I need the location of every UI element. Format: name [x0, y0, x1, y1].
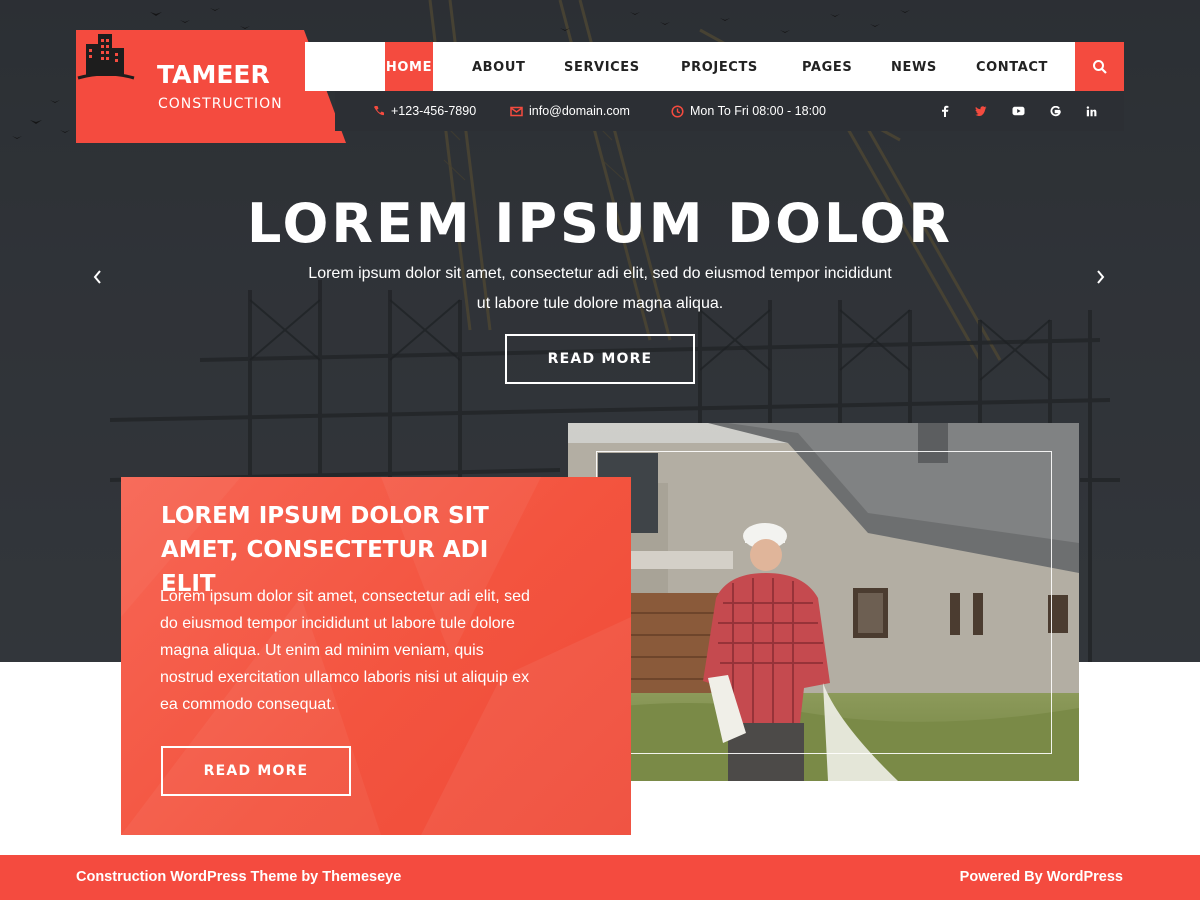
hero-text: Lorem ipsum dolor sit amet, consectetur … — [308, 265, 892, 312]
youtube-icon — [1012, 106, 1024, 116]
google-link[interactable] — [1047, 103, 1063, 119]
topbar-phone[interactable]: +123-456-7890 — [373, 91, 476, 131]
footer-credit-link[interactable]: Construction WordPress Theme by Themesey… — [76, 855, 401, 900]
nav-item-contact[interactable]: CONTACT — [976, 42, 1048, 91]
logo-title: TAMEER — [157, 60, 270, 89]
logo-tagline: CONSTRUCTION — [158, 96, 283, 112]
facebook-link[interactable] — [937, 103, 953, 119]
phone-text: +123-456-7890 — [391, 104, 477, 118]
slider-next-button[interactable] — [1090, 266, 1110, 288]
nav-item-pages[interactable]: PAGES — [802, 42, 852, 91]
chevron-right-icon — [1097, 270, 1105, 284]
footer-powered-link[interactable]: Powered By WordPress — [960, 855, 1123, 900]
twitter-icon — [975, 106, 987, 116]
clock-icon — [671, 104, 684, 118]
nav-item-about[interactable]: ABOUT — [472, 42, 525, 91]
facebook-icon — [942, 105, 949, 117]
about-text: Lorem ipsum dolor sit amet, consectetur … — [160, 588, 530, 713]
site-footer: Construction WordPress Theme by Themesey… — [0, 855, 1200, 900]
search-icon — [1092, 59, 1107, 74]
page: LOREM IPSUM DOLOR Lorem ipsum dolor sit … — [0, 0, 1200, 900]
chevron-left-icon — [93, 270, 101, 284]
nav-item-home[interactable]: HOME — [385, 42, 433, 91]
twitter-link[interactable] — [973, 103, 989, 119]
topbar-email[interactable]: info@domain.com — [510, 91, 630, 131]
hero-read-more-button[interactable]: READ MORE — [505, 334, 695, 384]
photo-frame — [596, 451, 1052, 754]
hours-text: Mon To Fri 08:00 - 18:00 — [690, 104, 826, 118]
search-button[interactable] — [1075, 42, 1124, 91]
linkedin-link[interactable] — [1083, 103, 1099, 119]
about-card: LOREM IPSUM DOLOR SIT AMET, CONSECTETUR … — [121, 477, 631, 835]
envelope-icon — [510, 106, 523, 116]
email-text: info@domain.com — [529, 104, 630, 118]
slider-prev-button[interactable] — [88, 266, 108, 288]
about-read-more-button[interactable]: READ MORE — [161, 746, 351, 796]
topbar-hours: Mon To Fri 08:00 - 18:00 — [671, 91, 826, 131]
google-icon — [1050, 105, 1061, 116]
about-image — [568, 423, 1079, 781]
linkedin-icon — [1086, 105, 1096, 116]
building-icon — [77, 34, 135, 80]
nav-item-services[interactable]: SERVICES — [564, 42, 640, 91]
main-navigation: HOME ABOUT SERVICES PROJECTS PAGES NEWS … — [305, 42, 1075, 91]
contact-topbar: +123-456-7890 info@domain.com Mon To Fri… — [335, 91, 1124, 131]
nav-item-news[interactable]: NEWS — [891, 42, 937, 91]
nav-item-projects[interactable]: PROJECTS — [681, 42, 758, 91]
hero-title: LOREM IPSUM DOLOR — [246, 192, 954, 255]
youtube-link[interactable] — [1010, 103, 1026, 119]
phone-icon — [374, 106, 384, 116]
